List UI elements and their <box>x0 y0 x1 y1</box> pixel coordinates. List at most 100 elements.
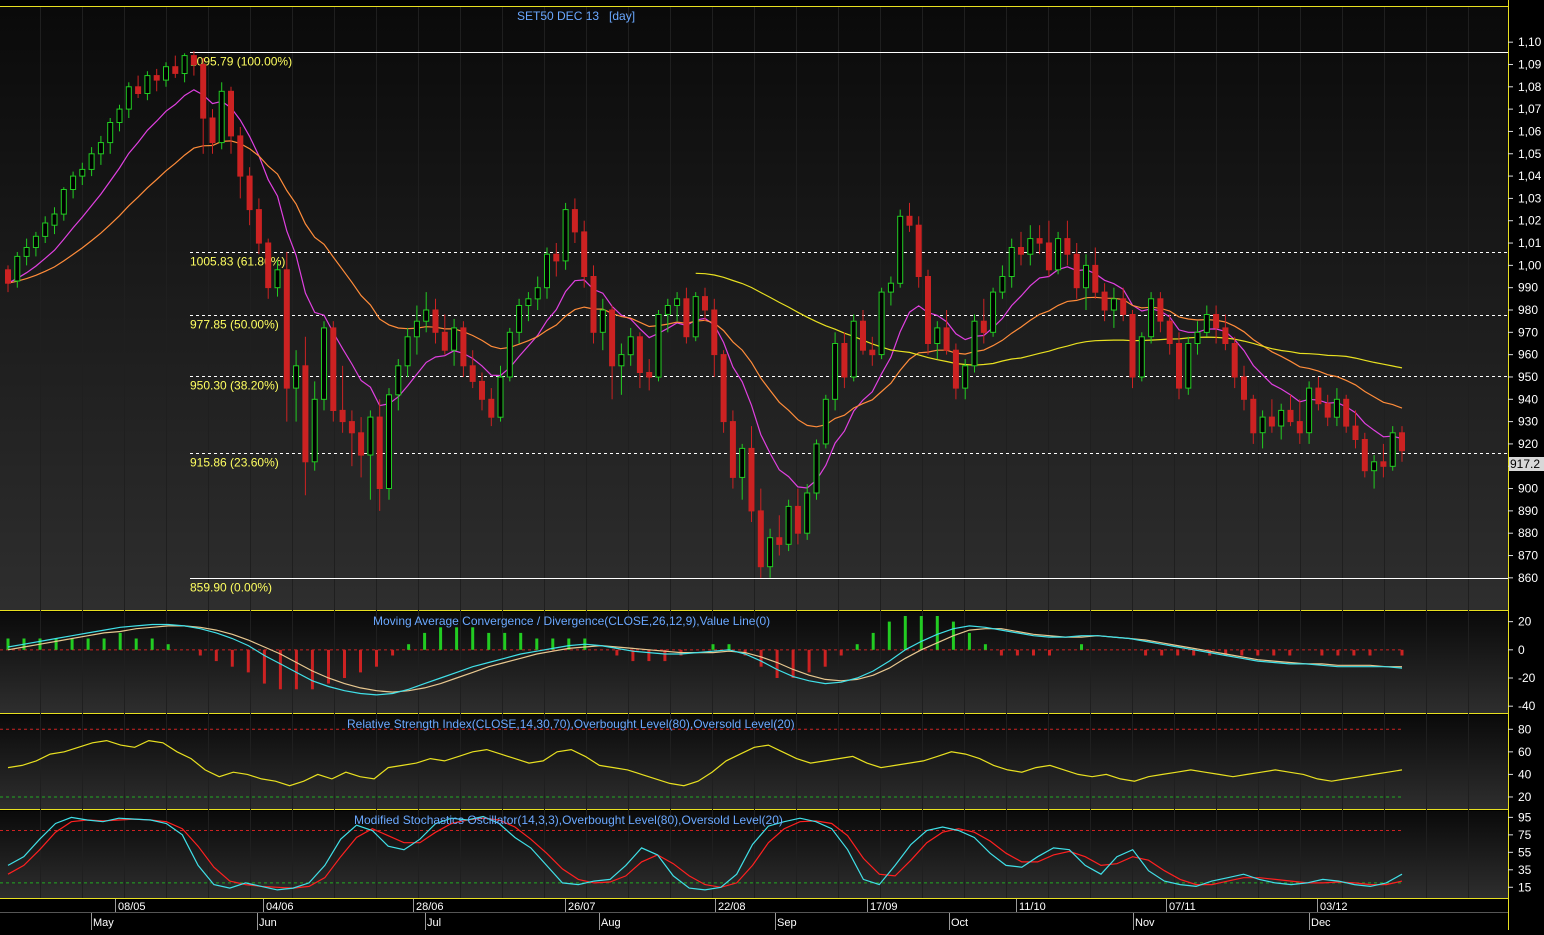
candle-body <box>70 175 77 191</box>
chart-canvas[interactable]: 1095.79 (100.00%)1005.83 (61.80%)977.85 … <box>0 0 1544 930</box>
candle-body <box>1213 314 1220 329</box>
month-label: May <box>93 917 114 929</box>
chart-title: SET50 DEC 13 [day] <box>517 9 635 23</box>
month-label: Sep <box>777 917 797 929</box>
candle-body <box>1380 461 1387 467</box>
candle-body <box>1222 327 1229 344</box>
date-label: 17/09 <box>870 901 898 913</box>
candle-body <box>553 253 560 262</box>
candle-body <box>1333 398 1340 418</box>
candle-body <box>1203 314 1210 333</box>
axis-tick-label: 900 <box>1518 482 1538 496</box>
candle-body <box>1278 409 1285 427</box>
candle-body <box>451 327 458 351</box>
month-label: Jun <box>259 917 277 929</box>
candle-body <box>330 327 337 411</box>
fib-label: 859.90 (0.00%) <box>190 581 272 595</box>
candle-body <box>1120 298 1127 315</box>
candle-body <box>311 398 318 463</box>
candle-body <box>1064 238 1071 255</box>
candle-body <box>804 492 811 534</box>
candle-body <box>265 242 272 289</box>
candle-body <box>153 75 160 81</box>
candle-body <box>516 305 523 333</box>
candle-body <box>246 175 253 211</box>
candle-body <box>479 380 485 400</box>
candle-body <box>897 215 904 284</box>
candle-body <box>88 153 95 170</box>
candle-body <box>813 443 820 494</box>
stoch-title: Modified Stochastics Oscillator(14,3,3),… <box>354 813 783 827</box>
axis-tick-label: 35 <box>1518 863 1532 877</box>
candle-body <box>980 320 987 333</box>
candle-body <box>1110 298 1117 311</box>
axis-tick-label: 920 <box>1518 437 1538 451</box>
candle-body <box>1055 238 1062 271</box>
candle-body <box>283 269 290 389</box>
candle-body <box>1008 247 1015 277</box>
candle-body <box>674 298 681 306</box>
candle-body <box>878 291 885 356</box>
month-label: Dec <box>1311 917 1331 929</box>
axis-tick-label: 960 <box>1518 348 1538 362</box>
candle-body <box>1148 298 1155 338</box>
candle-body <box>544 253 550 289</box>
candle-body <box>925 276 931 344</box>
axis-tick-label: 930 <box>1518 415 1538 429</box>
fib-label: 977.85 (50.00%) <box>190 318 279 332</box>
candle-body <box>488 398 495 418</box>
candle-body <box>144 75 151 94</box>
axis-tick-label: 15 <box>1518 880 1532 894</box>
candle-body <box>599 309 606 333</box>
candle-body <box>432 309 439 333</box>
candle-body <box>627 336 634 356</box>
candle-body <box>1287 409 1294 423</box>
candle-body <box>1371 461 1378 472</box>
axis-tick-label: -40 <box>1518 699 1536 713</box>
candle-body <box>534 287 541 300</box>
candle-body <box>60 189 67 215</box>
candle-body <box>497 376 504 418</box>
candle-body <box>190 55 197 65</box>
candle-body <box>348 421 355 434</box>
candle-body <box>1268 416 1275 427</box>
candle-body <box>339 409 346 423</box>
candle-body <box>1194 331 1201 344</box>
candle-body <box>590 276 597 333</box>
candle-body <box>776 537 783 545</box>
chart-window: 1095.79 (100.00%) 1005.83 (61.80%) 977.85 … <box>0 0 1544 930</box>
candle-body <box>32 235 39 249</box>
candle-body <box>423 309 430 322</box>
candle-body <box>172 66 179 74</box>
axis-tick-label: 1,08 <box>1518 80 1542 94</box>
candle-body <box>42 222 49 237</box>
axis-tick-label: 95 <box>1518 810 1532 824</box>
axis-tick-label: 1,03 <box>1518 191 1542 205</box>
fib-label: 950.30 (38.20%) <box>190 379 279 393</box>
axis-tick-label: 1,06 <box>1518 124 1542 138</box>
candle-body <box>646 372 653 378</box>
candle-body <box>711 309 718 356</box>
candle-body <box>293 365 300 389</box>
candle-body <box>729 421 736 478</box>
axis-tick-label: 880 <box>1518 526 1538 540</box>
date-label: 28/06 <box>416 901 444 913</box>
candle-body <box>1231 343 1238 378</box>
axis-tick-label: 970 <box>1518 325 1538 339</box>
candle-body <box>1315 387 1322 405</box>
axis-tick-label: 870 <box>1518 549 1538 563</box>
date-label: 03/12 <box>1320 901 1348 913</box>
candle-body <box>1296 421 1303 434</box>
candle-body <box>79 168 86 177</box>
axis-tick-label: 80 <box>1518 722 1532 736</box>
month-label: Nov <box>1135 917 1155 929</box>
candle-body <box>23 247 30 257</box>
candle-body <box>748 447 755 512</box>
candle-body <box>107 122 114 144</box>
candle-body <box>228 90 234 137</box>
candle-body <box>1399 432 1405 452</box>
axis-tick-label: 0 <box>1518 643 1525 657</box>
candle-body <box>702 296 708 311</box>
candle-body <box>971 320 978 367</box>
candle-body <box>850 320 857 378</box>
